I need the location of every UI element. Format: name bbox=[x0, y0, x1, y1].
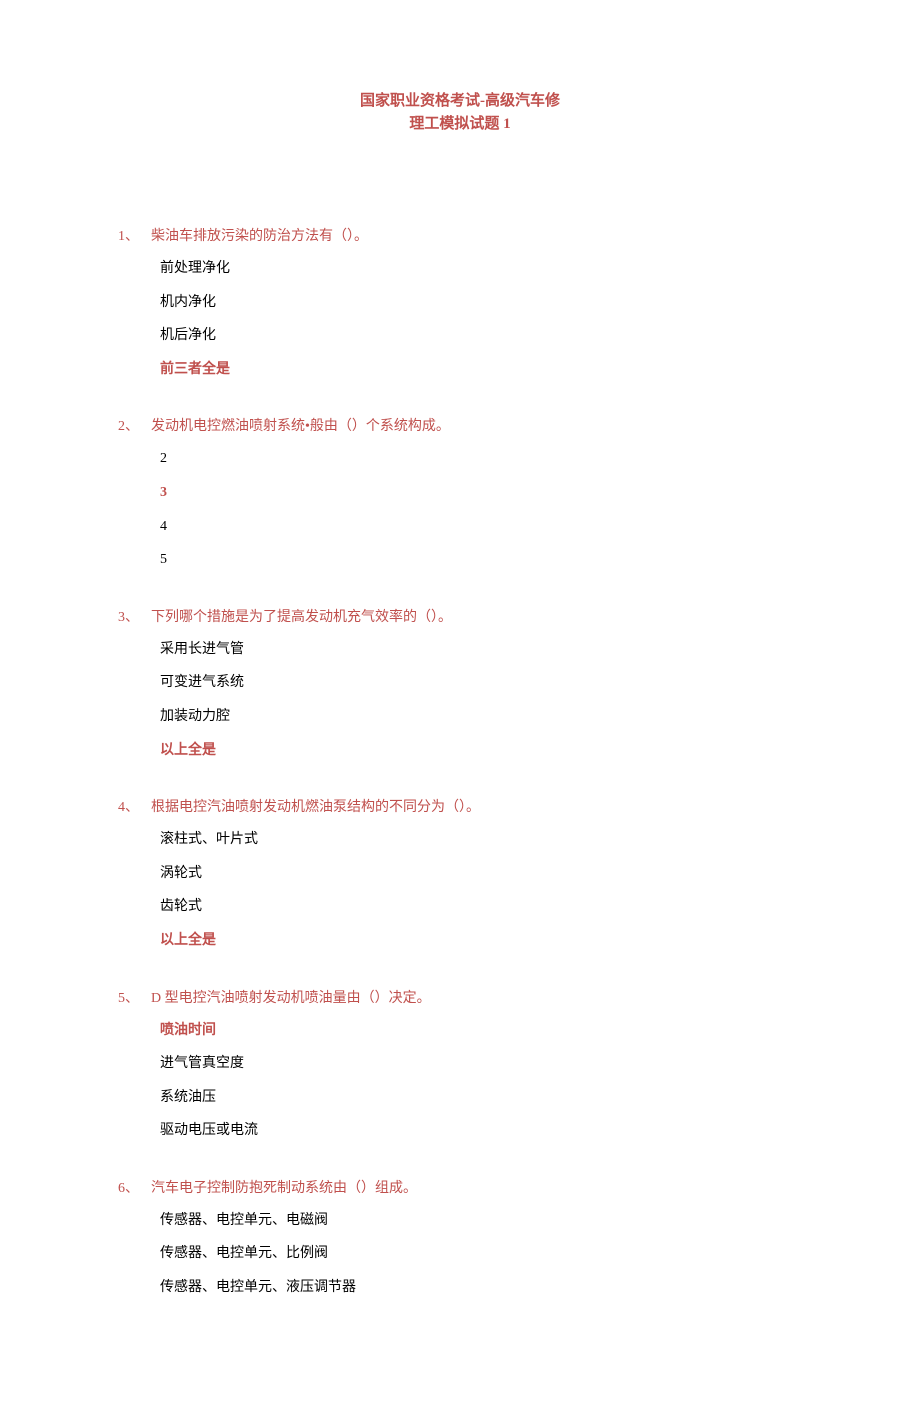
options-list: 滚柱式、叶片式 涡轮式 齿轮式 以上全是 bbox=[118, 830, 802, 950]
question-3: 3、 下列哪个措施是为了提高发动机充气效率的（）。 采用长进气管 可变进气系统 … bbox=[118, 606, 802, 760]
question-4: 4、 根据电控汽油喷射发动机燃油泵结构的不同分为（）。 滚柱式、叶片式 涡轮式 … bbox=[118, 796, 802, 950]
option-correct: 喷油时间 bbox=[160, 1021, 802, 1041]
option-correct: 以上全是 bbox=[160, 931, 802, 951]
option: 2 bbox=[160, 449, 802, 469]
option: 涡轮式 bbox=[160, 864, 802, 884]
question-header: 6、 汽车电子控制防抱死制动系统由（）组成。 bbox=[118, 1177, 802, 1197]
option-correct: 3 bbox=[160, 483, 802, 503]
question-header: 1、 柴油车排放污染的防治方法有（）。 bbox=[118, 225, 802, 245]
question-text: D 型电控汽油喷射发动机喷油量由（）决定。 bbox=[151, 991, 431, 1006]
option: 系统油压 bbox=[160, 1088, 802, 1108]
question-text: 柴油车排放污染的防治方法有（）。 bbox=[151, 229, 368, 244]
option: 机内净化 bbox=[160, 293, 802, 313]
question-text: 下列哪个措施是为了提高发动机充气效率的（）。 bbox=[151, 610, 452, 625]
option: 滚柱式、叶片式 bbox=[160, 830, 802, 850]
option: 进气管真空度 bbox=[160, 1054, 802, 1074]
question-number: 1、 bbox=[118, 229, 139, 244]
question-header: 3、 下列哪个措施是为了提高发动机充气效率的（）。 bbox=[118, 606, 802, 626]
question-header: 5、 D 型电控汽油喷射发动机喷油量由（）决定。 bbox=[118, 987, 802, 1007]
options-list: 传感器、电控单元、电磁阀 传感器、电控单元、比例阀 传感器、电控单元、液压调节器 bbox=[118, 1211, 802, 1298]
question-1: 1、 柴油车排放污染的防治方法有（）。 前处理净化 机内净化 机后净化 前三者全… bbox=[118, 225, 802, 379]
question-number: 2、 bbox=[118, 419, 139, 434]
question-5: 5、 D 型电控汽油喷射发动机喷油量由（）决定。 喷油时间 进气管真空度 系统油… bbox=[118, 987, 802, 1141]
question-text: 发动机电控燃油喷射系统•般由（）个系统构成。 bbox=[151, 419, 450, 434]
title-line-2: 理工模拟试题 1 bbox=[280, 113, 640, 136]
option: 机后净化 bbox=[160, 326, 802, 346]
question-number: 6、 bbox=[118, 1181, 139, 1196]
title-line-1: 国家职业资格考试-高级汽车修 bbox=[280, 90, 640, 113]
question-header: 4、 根据电控汽油喷射发动机燃油泵结构的不同分为（）。 bbox=[118, 796, 802, 816]
options-list: 喷油时间 进气管真空度 系统油压 驱动电压或电流 bbox=[118, 1021, 802, 1141]
option: 4 bbox=[160, 517, 802, 537]
page-title: 国家职业资格考试-高级汽车修 理工模拟试题 1 bbox=[280, 90, 640, 135]
option: 采用长进气管 bbox=[160, 640, 802, 660]
question-6: 6、 汽车电子控制防抱死制动系统由（）组成。 传感器、电控单元、电磁阀 传感器、… bbox=[118, 1177, 802, 1298]
document-page: 国家职业资格考试-高级汽车修 理工模拟试题 1 1、 柴油车排放污染的防治方法有… bbox=[0, 0, 920, 1414]
option: 传感器、电控单元、电磁阀 bbox=[160, 1211, 802, 1231]
option: 传感器、电控单元、比例阀 bbox=[160, 1244, 802, 1264]
options-list: 2 3 4 5 bbox=[118, 449, 802, 569]
question-header: 2、 发动机电控燃油喷射系统•般由（）个系统构成。 bbox=[118, 415, 802, 435]
option: 加装动力腔 bbox=[160, 707, 802, 727]
question-2: 2、 发动机电控燃油喷射系统•般由（）个系统构成。 2 3 4 5 bbox=[118, 415, 802, 569]
question-text: 根据电控汽油喷射发动机燃油泵结构的不同分为（）。 bbox=[151, 800, 480, 815]
question-text: 汽车电子控制防抱死制动系统由（）组成。 bbox=[151, 1181, 417, 1196]
question-number: 5、 bbox=[118, 991, 139, 1006]
options-list: 采用长进气管 可变进气系统 加装动力腔 以上全是 bbox=[118, 640, 802, 760]
question-number: 4、 bbox=[118, 800, 139, 815]
option: 可变进气系统 bbox=[160, 673, 802, 693]
option: 驱动电压或电流 bbox=[160, 1121, 802, 1141]
option-correct: 前三者全是 bbox=[160, 360, 802, 380]
options-list: 前处理净化 机内净化 机后净化 前三者全是 bbox=[118, 259, 802, 379]
option: 齿轮式 bbox=[160, 897, 802, 917]
option: 传感器、电控单元、液压调节器 bbox=[160, 1278, 802, 1298]
option-correct: 以上全是 bbox=[160, 741, 802, 761]
option: 5 bbox=[160, 550, 802, 570]
question-number: 3、 bbox=[118, 610, 139, 625]
option: 前处理净化 bbox=[160, 259, 802, 279]
